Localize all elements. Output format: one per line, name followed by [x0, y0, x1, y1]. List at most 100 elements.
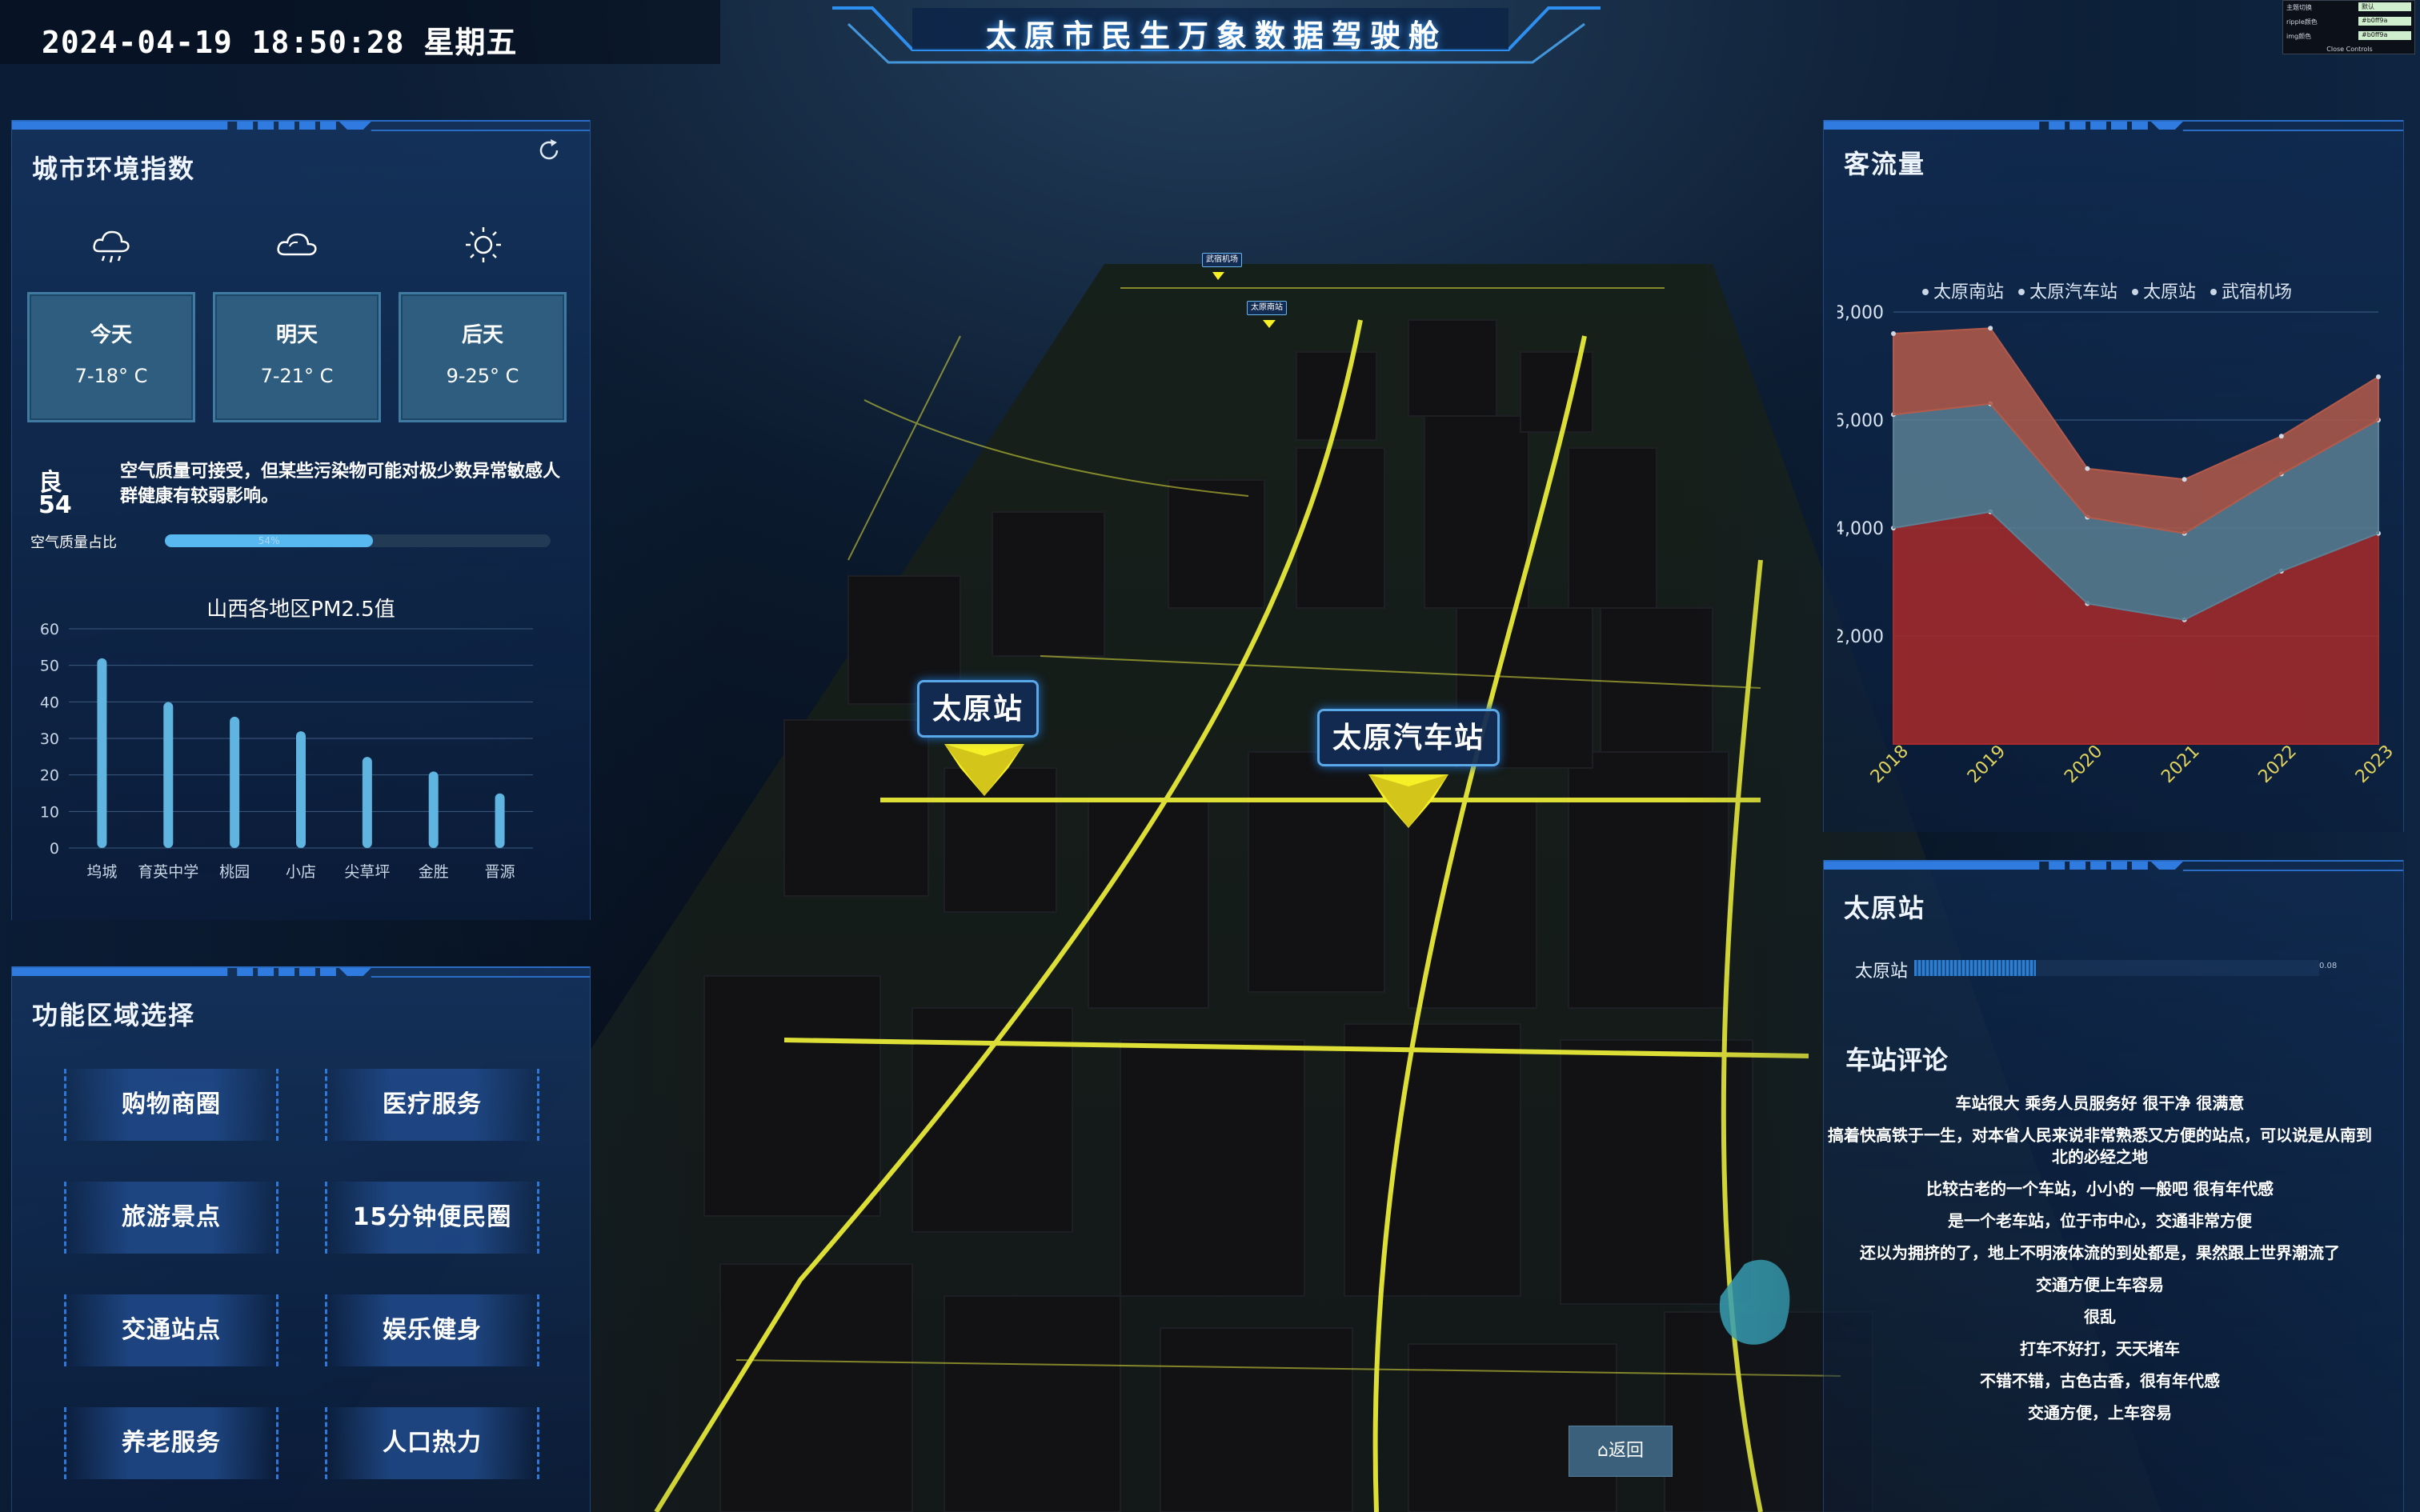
func-btn-population-heat[interactable]: 人口热力: [325, 1407, 539, 1479]
review-item: 比较古老的一个车站，小小的 一般吧 很有年代感: [1926, 1179, 2274, 1198]
y-tick-label: 20: [40, 767, 59, 785]
forecast-day-name: 今天: [90, 323, 132, 347]
x-tick-label: 育英中学: [138, 863, 198, 881]
review-item: 不错不错，古色古香，很有年代感: [1980, 1371, 2220, 1390]
debug-row-label: img颜色: [2286, 33, 2312, 40]
forecast-card-day-after: 后天 9-25° C: [399, 292, 567, 422]
page-title: 太原市民生万象数据驾驶舱: [985, 18, 1447, 54]
legend-item: 武宿机场: [2222, 282, 2292, 302]
legend-item: 太原站: [2143, 282, 2196, 302]
forecast-temp: 7-18° C: [74, 365, 148, 387]
cloud-icon: [277, 233, 317, 256]
legend-marker: [2210, 289, 2217, 295]
data-point: [2278, 434, 2284, 439]
bar: [230, 716, 240, 848]
x-tick-label: 2019: [1964, 742, 2009, 787]
bar: [97, 658, 107, 848]
x-tick-label: 2023: [2352, 742, 2398, 787]
review-item: 交通方便，上车容易: [2028, 1403, 2172, 1422]
x-tick-label: 桃园: [219, 863, 250, 881]
review-item: 是一个老车站，位于市中心，交通非常方便: [1948, 1211, 2252, 1230]
x-tick-label: 2022: [2255, 742, 2301, 787]
refresh-icon[interactable]: [535, 136, 563, 165]
station-bar-fill: [1914, 960, 2036, 976]
func-btn-entertainment[interactable]: 娱乐健身: [325, 1294, 539, 1366]
header-banner: 太原市民生万象数据驾驶舱: [832, 0, 1601, 67]
ripple-color-input[interactable]: #b0ff9a: [2358, 17, 2411, 26]
func-btn-15min-living[interactable]: 15分钟便民圈: [325, 1182, 539, 1254]
env-panel-title: 城市环境指数: [32, 154, 196, 184]
legend-marker: [1922, 289, 1929, 295]
panel-topbar-decoration: [12, 120, 590, 131]
legend-marker: [2132, 289, 2138, 295]
forecast-temp: 9-25° C: [446, 365, 519, 387]
review-list: 车站很大 乘务人员服务好 很干净 很满意 搞着快高铁于一生，对本省人民来说非常熟悉…: [1828, 1093, 2372, 1434]
back-button-label: 返回: [1608, 1441, 1644, 1461]
func-btn-shopping[interactable]: 购物商圈: [64, 1069, 278, 1141]
x-tick-label: 晋源: [485, 863, 515, 881]
sun-icon: [466, 227, 501, 262]
debug-row-img-color[interactable]: img颜色 #b0ff9a: [2286, 31, 2413, 41]
map-label-south-station[interactable]: 太原南站: [1247, 301, 1287, 315]
aqi-ratio-text: 54%: [258, 535, 280, 546]
debug-row-ripple-color[interactable]: ripple颜色 #b0ff9a: [2286, 17, 2413, 26]
data-point: [2182, 477, 2187, 482]
func-btn-elderly-care[interactable]: 养老服务: [64, 1407, 278, 1479]
home-icon: ⌂: [1597, 1441, 1609, 1461]
x-tick-label: 金胜: [419, 863, 449, 881]
forecast-day-name: 后天: [461, 323, 503, 347]
review-section-title: 车站评论: [1845, 1045, 1949, 1075]
img-color-input[interactable]: #b0ff9a: [2358, 31, 2411, 40]
aqi-description: 空气质量可接受，但某些污染物可能对极少数异常敏感人群健康有较弱影响。: [120, 462, 561, 506]
map-label-airport[interactable]: 武宿机场: [1202, 253, 1242, 267]
y-tick-label: 50: [40, 658, 59, 675]
station-panel-title: 太原站: [1844, 893, 1926, 923]
review-item: 交通方便上车容易: [2036, 1275, 2164, 1294]
x-tick-label: 2021: [2158, 742, 2203, 787]
review-item: 车站很大 乘务人员服务好 很干净 很满意: [1955, 1094, 2245, 1113]
data-point: [1891, 331, 1896, 336]
panel-topbar-decoration: [1824, 120, 2403, 131]
forecast-temp: 7-21° C: [260, 365, 334, 387]
station-bar: [1914, 960, 2319, 976]
debug-row-theme[interactable]: 主题切换 默认: [2286, 2, 2413, 12]
x-tick-label: 小店: [286, 863, 316, 881]
y-tick-label: 4,000: [1837, 519, 1884, 539]
station-bar-label: 太原站: [1855, 962, 1909, 982]
y-tick-label: 0: [50, 840, 59, 858]
legend-item: 太原南站: [1933, 282, 2004, 302]
debug-controls-panel[interactable]: 主题切换 默认 ripple颜色 #b0ff9a img颜色 #b0ff9a C…: [2282, 0, 2415, 54]
pm25-bar-chart: 山西各地区PM2.5值 0 10 20 30 40 50 60 坞城 育英中学 桃园 小店 尖草坪 金胜 晋…: [40, 598, 533, 881]
x-tick-label: 2020: [2061, 742, 2106, 787]
station-bar-value: 0.08: [2319, 962, 2338, 970]
aqi-value: 54: [38, 491, 72, 519]
review-item: 还以为拥挤的了，地上不明液体流的到处都是，果然跟上世界潮流了: [1860, 1243, 2340, 1262]
data-point: [1988, 326, 1993, 331]
func-btn-tourism[interactable]: 旅游景点: [64, 1182, 278, 1254]
x-tick-label: 尖草坪: [344, 863, 390, 881]
func-btn-transport[interactable]: 交通站点: [64, 1294, 278, 1366]
aqi-ratio-bar: 54%: [165, 534, 551, 547]
chart-title: 山西各地区PM2.5值: [206, 598, 395, 622]
bar: [362, 757, 372, 848]
x-tick-label: 2018: [1867, 742, 1913, 787]
forecast-card-tomorrow: 明天 7-21° C: [213, 292, 381, 422]
review-item: 打车不好打，天天堵车: [2020, 1339, 2180, 1358]
map-label-taiyuan-station[interactable]: 太原站: [917, 680, 1040, 738]
back-button[interactable]: ⌂返回: [1569, 1426, 1673, 1477]
bar: [495, 793, 505, 848]
close-controls-button[interactable]: Close Controls: [2283, 46, 2416, 53]
datetime-display: 2024-04-19 18:50:28 星期五: [42, 25, 518, 60]
data-point: [2085, 466, 2090, 471]
legend-marker: [2018, 289, 2025, 295]
forecast-card-today: 今天 7-18° C: [27, 292, 195, 422]
func-btn-medical[interactable]: 医疗服务: [325, 1069, 539, 1141]
theme-select[interactable]: 默认: [2358, 2, 2411, 11]
bar: [428, 771, 439, 848]
y-tick-label: 10: [40, 803, 59, 821]
aqi-ratio-label: 空气质量占比: [30, 534, 117, 551]
passenger-flow-area-chart: 太原南站 太原汽车站 太原站 武宿机场 2,000 4,000 6,000 8,000 2018…: [1837, 282, 2398, 787]
y-tick-label: 60: [40, 621, 59, 638]
bar: [163, 702, 174, 848]
map-label-taiyuan-bus-station[interactable]: 太原汽车站: [1317, 709, 1500, 766]
